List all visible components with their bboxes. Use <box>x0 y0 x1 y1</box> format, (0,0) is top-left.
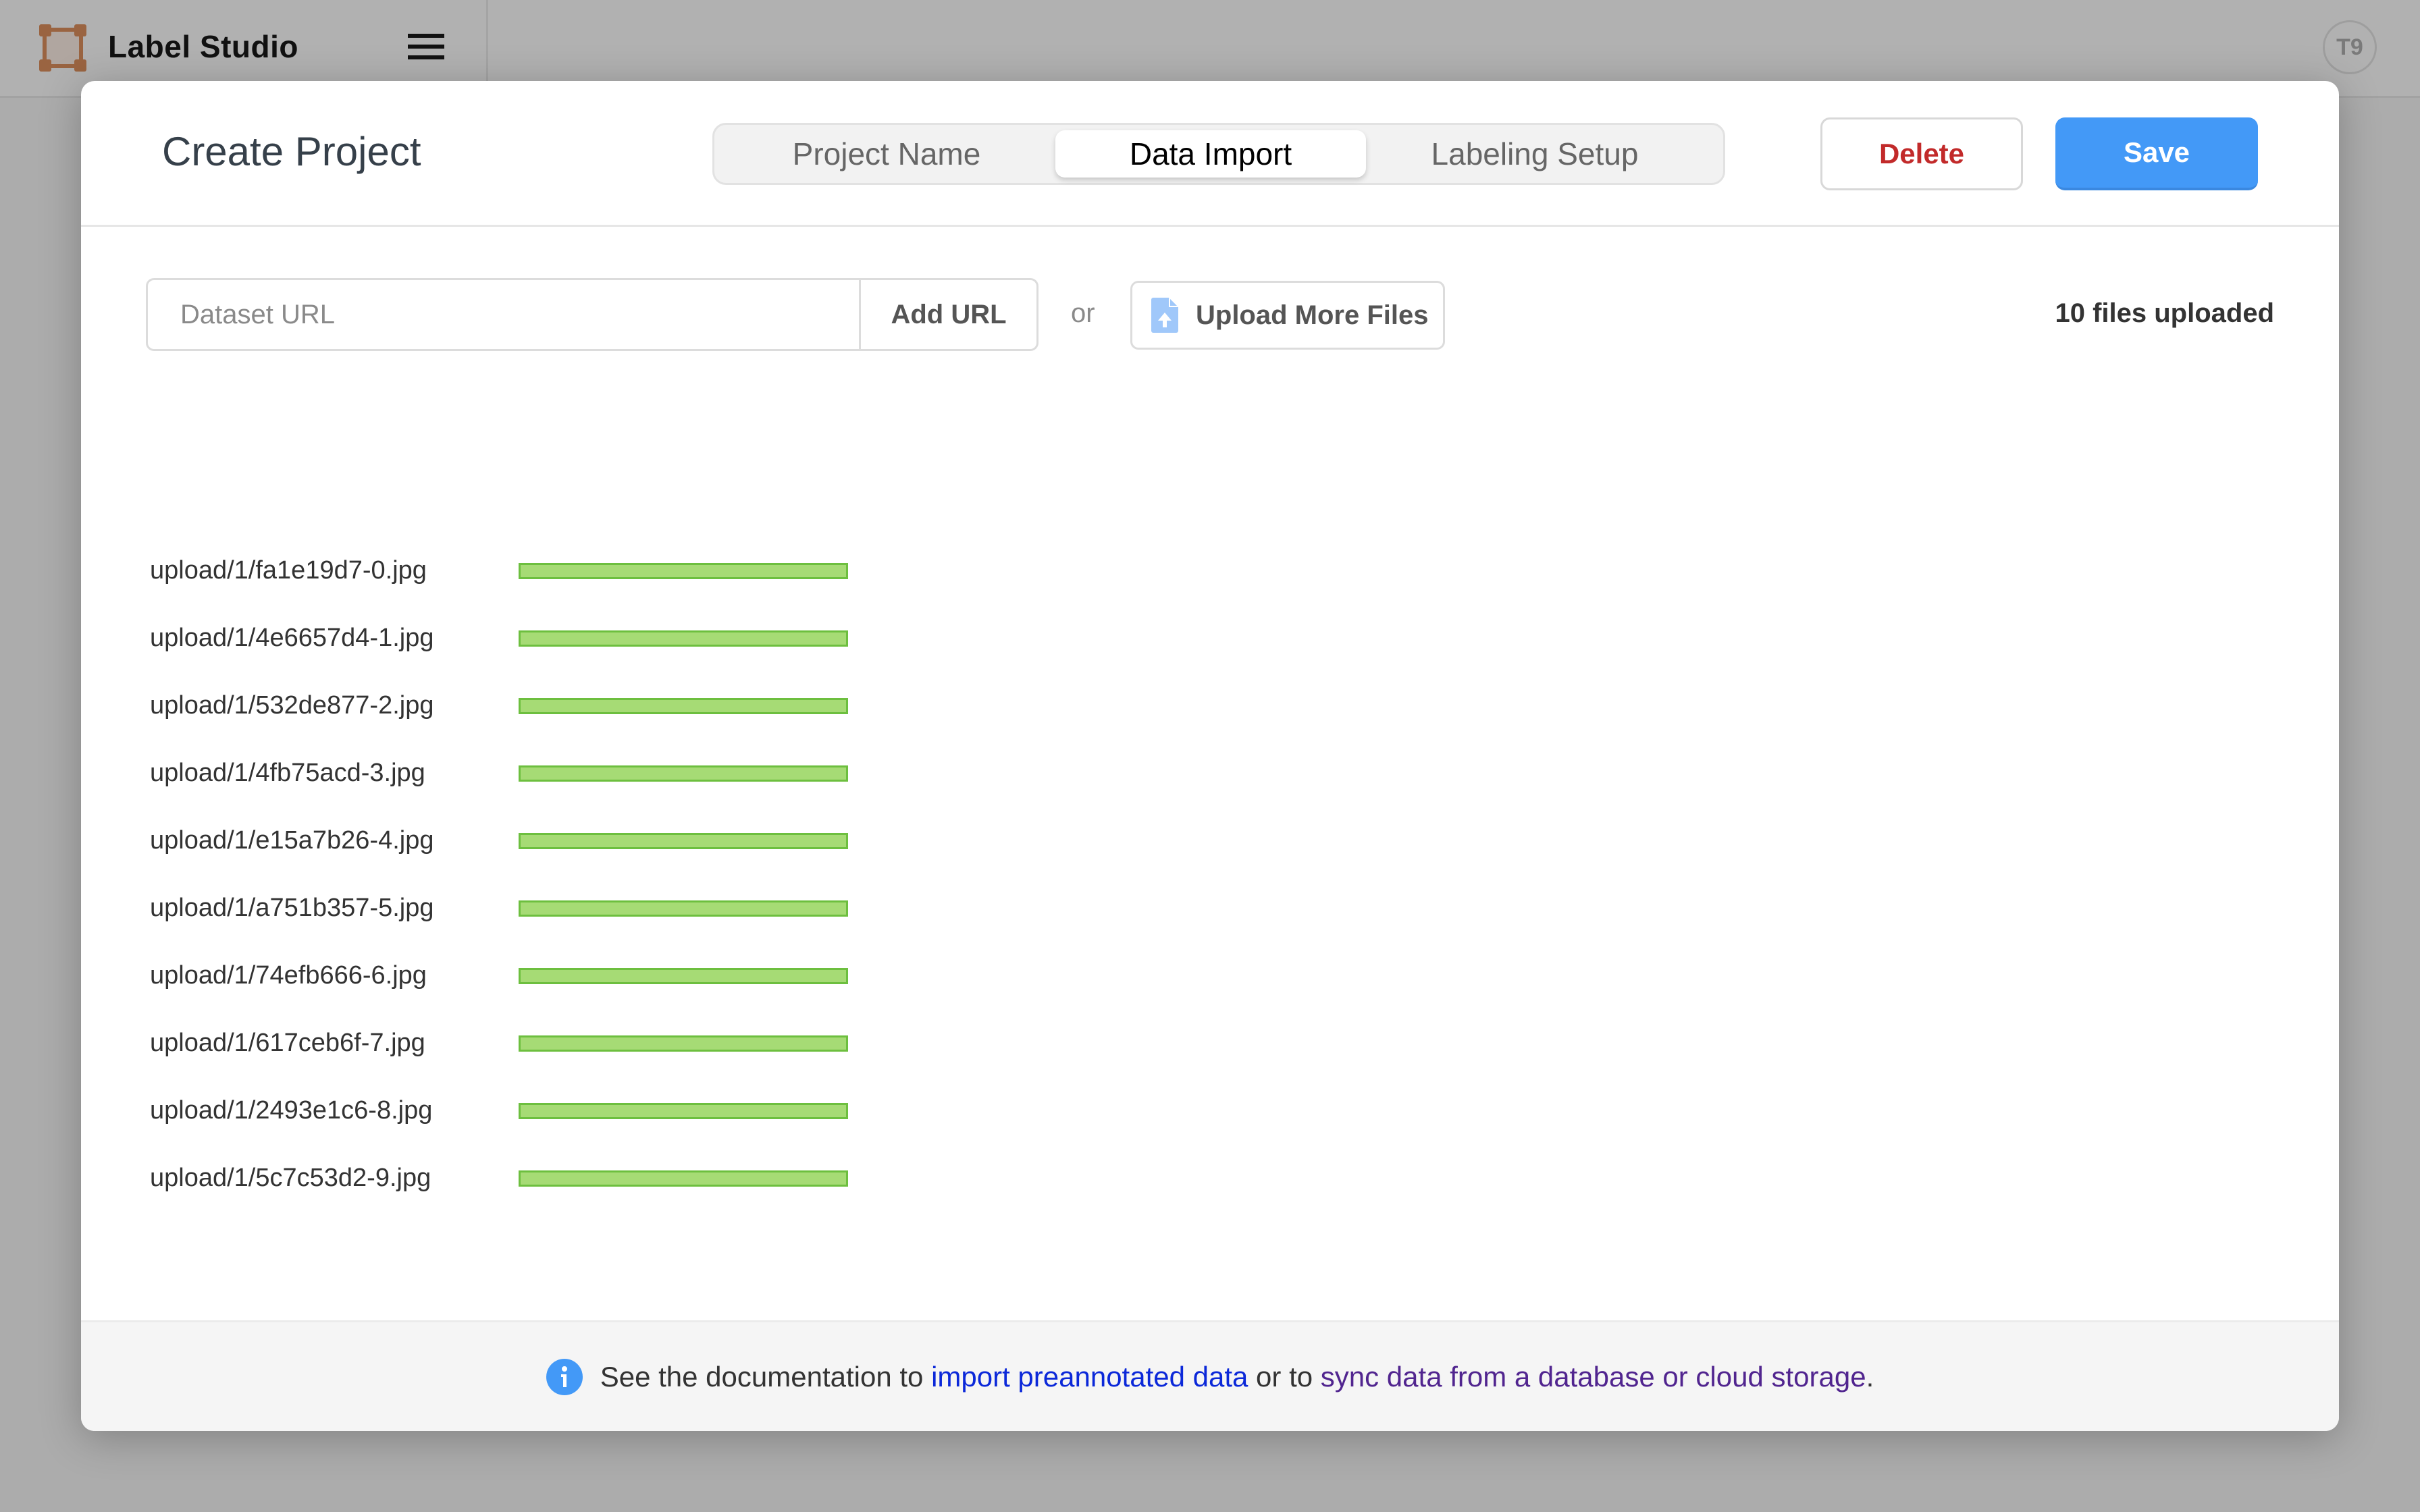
step-tabs: Project Name Data Import Labeling Setup <box>712 123 1725 185</box>
footer-prefix: See the documentation to <box>600 1360 932 1393</box>
upload-progress-fill <box>521 767 846 780</box>
create-project-modal: Create Project Project Name Data Import … <box>81 81 2339 1431</box>
file-row: upload/1/e15a7b26-4.jpg <box>150 824 960 891</box>
modal-title: Create Project <box>162 129 421 174</box>
file-upload-icon <box>1151 298 1178 333</box>
file-row: upload/1/4e6657d4-1.jpg <box>150 621 960 688</box>
upload-progress-fill <box>521 1105 846 1117</box>
file-name: upload/1/e15a7b26-4.jpg <box>150 826 434 855</box>
file-name: upload/1/5c7c53d2-9.jpg <box>150 1164 431 1192</box>
file-name: upload/1/2493e1c6-8.jpg <box>150 1096 433 1125</box>
file-row: upload/1/a751b357-5.jpg <box>150 891 960 959</box>
upload-progress-fill <box>521 970 846 982</box>
dataset-url-input[interactable] <box>148 280 861 349</box>
upload-progress-bar <box>519 968 848 984</box>
upload-progress-fill <box>521 632 846 645</box>
dataset-url-group: Add URL <box>146 278 1038 351</box>
upload-progress-fill <box>521 835 846 847</box>
upload-progress-bar <box>519 900 848 917</box>
user-avatar[interactable]: T9 <box>2323 20 2377 74</box>
upload-progress-fill <box>521 1172 846 1185</box>
app-title: Label Studio <box>108 29 298 64</box>
upload-progress-bar <box>519 765 848 782</box>
file-row: upload/1/532de877-2.jpg <box>150 688 960 756</box>
upload-progress-fill <box>521 1037 846 1050</box>
file-name: upload/1/4fb75acd-3.jpg <box>150 759 425 787</box>
upload-more-files-label: Upload More Files <box>1196 300 1429 330</box>
footer-help-text: See the documentation to import preannot… <box>600 1361 1874 1393</box>
upload-more-files-button[interactable]: Upload More Files <box>1130 281 1445 350</box>
hamburger-menu-icon[interactable] <box>405 30 446 63</box>
upload-progress-bar <box>519 1170 848 1187</box>
upload-progress-fill <box>521 565 846 577</box>
upload-progress-fill <box>521 902 846 915</box>
tab-labeling-setup[interactable]: Labeling Setup <box>1369 130 1700 178</box>
uploaded-file-list: upload/1/fa1e19d7-0.jpg upload/1/4e6657d4… <box>150 554 960 1228</box>
upload-progress-bar <box>519 563 848 579</box>
upload-progress-bar <box>519 630 848 647</box>
file-name: upload/1/617ceb6f-7.jpg <box>150 1029 425 1057</box>
add-url-button[interactable]: Add URL <box>861 280 1036 349</box>
upload-progress-bar <box>519 833 848 849</box>
file-row: upload/1/fa1e19d7-0.jpg <box>150 554 960 621</box>
save-button[interactable]: Save <box>2055 117 2258 190</box>
upload-progress-bar <box>519 1103 848 1119</box>
sync-data-storage-link[interactable]: sync data from a database or cloud stora… <box>1321 1361 1866 1393</box>
upload-progress-fill <box>521 700 846 712</box>
file-name: upload/1/532de877-2.jpg <box>150 691 434 720</box>
footer-suffix: . <box>1866 1360 1874 1393</box>
modal-footer: See the documentation to import preannot… <box>81 1320 2339 1431</box>
tab-data-import[interactable]: Data Import <box>1055 130 1366 178</box>
upload-progress-bar <box>519 1035 848 1052</box>
tab-project-name[interactable]: Project Name <box>721 130 1052 178</box>
label-studio-logo-icon <box>39 24 86 72</box>
file-row: upload/1/74efb666-6.jpg <box>150 959 960 1026</box>
delete-button[interactable]: Delete <box>1820 117 2023 190</box>
import-preannotated-data-link[interactable]: import preannotated data <box>931 1361 1248 1393</box>
file-row: upload/1/2493e1c6-8.jpg <box>150 1094 960 1161</box>
file-row: upload/1/4fb75acd-3.jpg <box>150 756 960 824</box>
files-uploaded-count: 10 files uploaded <box>2055 298 2274 328</box>
file-name: upload/1/4e6657d4-1.jpg <box>150 624 434 652</box>
file-name: upload/1/fa1e19d7-0.jpg <box>150 556 427 585</box>
info-icon <box>546 1358 583 1395</box>
upload-progress-bar <box>519 698 848 714</box>
or-separator: or <box>1071 298 1095 328</box>
file-row: upload/1/617ceb6f-7.jpg <box>150 1026 960 1094</box>
file-name: upload/1/74efb666-6.jpg <box>150 961 427 990</box>
file-row: upload/1/5c7c53d2-9.jpg <box>150 1161 960 1228</box>
modal-header: Create Project Project Name Data Import … <box>81 81 2339 227</box>
file-name: upload/1/a751b357-5.jpg <box>150 894 434 922</box>
footer-middle: or to <box>1248 1360 1321 1393</box>
